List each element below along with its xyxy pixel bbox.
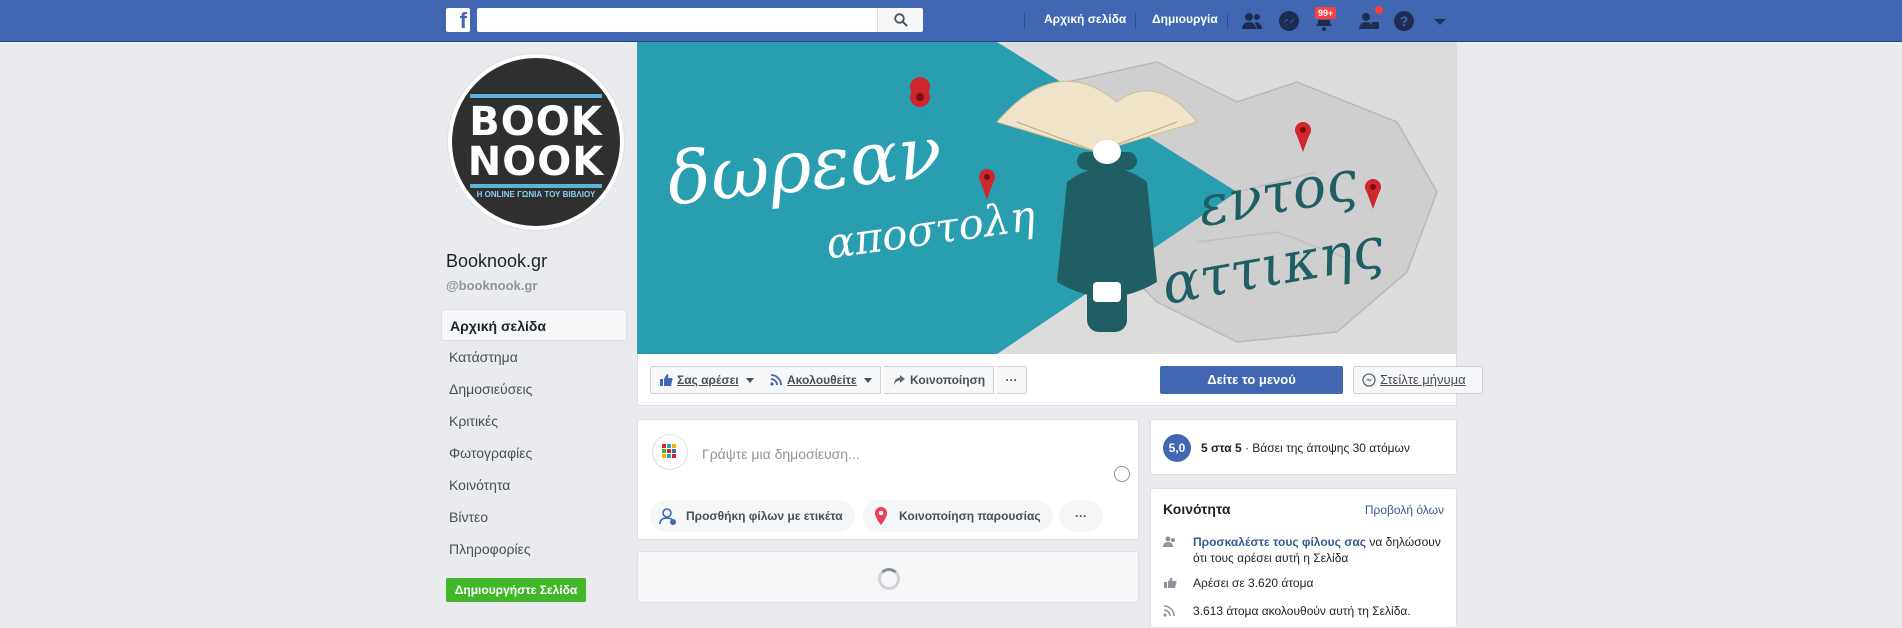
create-page-button[interactable]: Δημιουργήστε Σελίδα [446,578,586,602]
page-roles-dot [1374,5,1384,15]
community-likes-count: Αρέσει σε 3.620 άτομα [1193,576,1314,590]
cover-photo[interactable]: δωρεαν αποστολη εντος αττικης [637,42,1457,354]
sidebar-item-photos[interactable]: Φωτογραφίες [441,437,627,469]
sidebar-item-reviews[interactable]: Κριτικές [441,405,627,437]
logo-tagline: Η ONLINE ΓΩΝΙΑ ΤΟΥ ΒΙΒΛΙΟΥ [476,190,596,199]
follow-button[interactable]: Ακολουθείτε [761,366,882,394]
share-arrow-icon [894,375,905,385]
composer-input[interactable]: Γράψτε μια δημοσίευση... [702,446,860,462]
search-icon [894,13,908,27]
emoji-icon[interactable] [1114,466,1130,482]
send-message-button[interactable]: Στείλτε μήνυμα [1353,366,1483,394]
community-title: Κοινότητα [1163,501,1231,517]
rating-score-badge: 5,0 [1163,434,1191,462]
nav-divider [1024,13,1025,29]
friend-requests-icon[interactable] [1240,9,1264,33]
rating-based-on: · Βάσει της άποψης 30 ατόμων [1241,441,1410,455]
post-composer: Γράψτε μια δημοσίευση... Προσθήκη φίλων … [637,419,1139,540]
search-button[interactable] [877,8,923,32]
community-card: Κοινότητα Προβολή όλων Προσκαλέστε τους … [1150,488,1457,628]
rss-follow-icon [1163,605,1175,617]
loading-spinner-icon [878,568,900,590]
composer-more-button[interactable]: ··· [1059,500,1103,532]
search-input[interactable] [477,8,877,32]
rating-out-of[interactable]: 5 στα 5 [1201,441,1242,455]
feed-loading-placeholder [637,551,1139,603]
invite-friends-link[interactable]: Προσκαλέστε τους φίλους σας [1193,535,1366,549]
sidebar-item-community[interactable]: Κοινότητα [441,469,627,501]
profile-picture[interactable]: BOOK NOOK Η ONLINE ΓΩΝΙΑ ΤΟΥ ΒΙΒΛΙΟΥ [447,53,625,231]
check-in-button[interactable]: Κοινοποίηση παρουσίας [863,500,1053,532]
nav-divider [1135,13,1136,29]
sidebar-item-about[interactable]: Πληροφορίες [441,533,627,565]
check-in-label: Κοινοποίηση παρουσίας [899,509,1041,523]
location-pin-icon [875,507,887,525]
share-button-label: Κοινοποίηση [910,373,986,387]
account-menu-chevron-down-icon[interactable] [1428,9,1452,33]
sidebar-item-shop[interactable]: Κατάστημα [441,341,627,373]
logo-line-bottom [470,184,602,188]
nav-divider [1227,13,1228,29]
share-button[interactable]: Κοινοποίηση [884,366,995,394]
tag-friends-label: Προσθήκη φίλων με ετικέτα [686,509,843,523]
see-menu-button[interactable]: Δείτε το μενού [1160,366,1343,394]
logo-line-top [470,94,602,98]
top-navigation-bar: f Αρχική σελίδα Δημιουργία 99+ ? [0,0,1902,42]
rating-summary: 5 στα 5 · Βάσει της άποψης 30 ατόμων [1201,441,1410,455]
thumbs-up-icon [1164,577,1177,588]
page-handle[interactable]: @booknook.gr [446,278,537,293]
page-title[interactable]: Booknook.gr [446,251,547,272]
like-button[interactable]: Σας αρέσει [650,366,763,394]
help-icon[interactable]: ? [1392,9,1416,33]
community-follows-count: 3.613 άτομα ακολουθούν αυτή τη Σελίδα. [1193,604,1411,618]
chevron-down-icon [745,378,754,383]
like-button-label: Σας αρέσει [677,373,739,387]
tag-friends-icon [659,508,676,525]
send-message-label: Στείλτε μήνυμα [1380,372,1466,387]
page-avatar [652,434,688,470]
rss-follow-icon [770,374,782,386]
page-sidebar-menu: Αρχική σελίδα Κατάστημα Δημοσιεύσεις Κρι… [441,309,627,565]
sidebar-item-home[interactable]: Αρχική σελίδα [441,309,627,341]
nav-create-link[interactable]: Δημιουργία [1152,12,1218,26]
facebook-logo[interactable]: f [446,8,470,32]
page-action-bar: Σας αρέσει Ακολουθείτε Κοινοποίηση ··· Δ… [637,354,1483,406]
messenger-icon [1362,373,1376,387]
thumbs-up-icon [660,374,673,386]
logo-text-line1: BOOK [469,99,603,145]
chevron-down-icon [864,378,873,383]
svg-text:?: ? [1400,13,1409,29]
avatar-mosaic-icon [662,444,676,458]
rating-card: 5,0 5 στα 5 · Βάσει της άποψης 30 ατόμων [1150,419,1457,475]
sidebar-item-videos[interactable]: Βίντεο [441,501,627,533]
community-see-all-link[interactable]: Προβολή όλων [1365,503,1444,517]
sidebar-item-posts[interactable]: Δημοσιεύσεις [441,373,627,405]
tag-friends-button[interactable]: Προσθήκη φίλων με ετικέτα [650,500,855,532]
booknook-logo: BOOK NOOK Η ONLINE ΓΩΝΙΑ ΤΟΥ ΒΙΒΛΙΟΥ [452,58,620,226]
follow-button-label: Ακολουθείτε [787,373,857,387]
nav-home-link[interactable]: Αρχική σελίδα [1044,12,1126,26]
notifications-badge: 99+ [1314,6,1338,20]
more-options-button[interactable]: ··· [997,366,1027,394]
messenger-icon[interactable] [1277,9,1301,33]
friends-icon [1163,536,1175,547]
logo-text-line2: NOOK [467,139,605,185]
